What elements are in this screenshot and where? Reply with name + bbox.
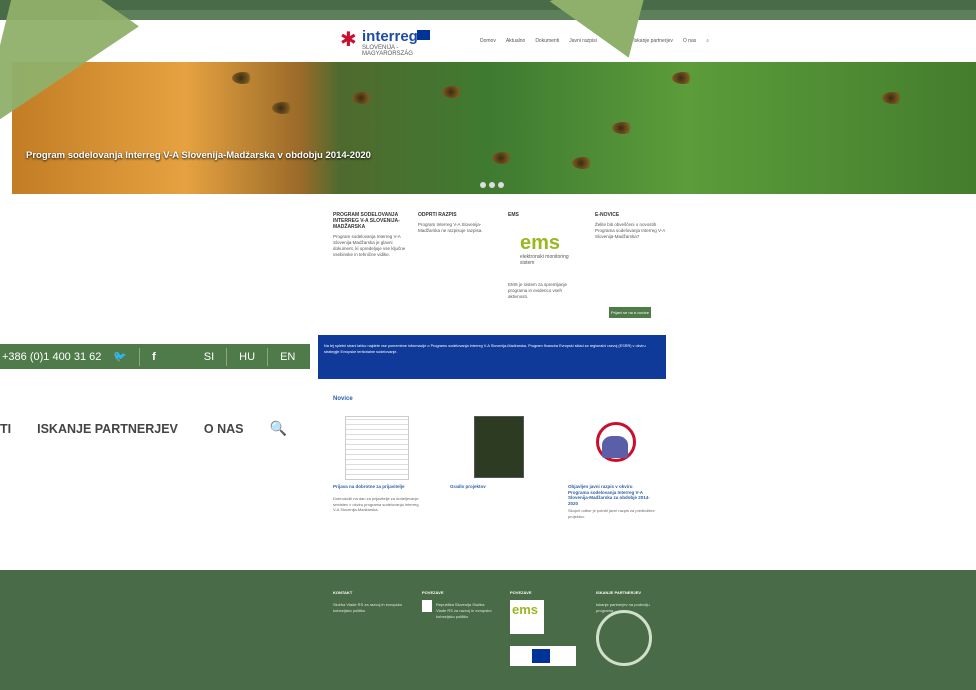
top-strip xyxy=(0,0,976,20)
news-text: Dobrodošli na dan za prijavitelje za dod… xyxy=(333,496,419,512)
news-heading: Novice xyxy=(333,396,353,402)
nav-item-onas[interactable]: O nas xyxy=(683,38,696,44)
lang-en[interactable]: EN xyxy=(280,351,295,363)
nav-item-o-nas[interactable]: O NAS xyxy=(204,422,244,436)
hero-caption: Program sodelovanja Interreg V-A Sloveni… xyxy=(26,150,371,161)
search-icon[interactable]: 🔍 xyxy=(269,420,286,437)
news-thumbnail[interactable] xyxy=(345,416,409,480)
slider-dot[interactable] xyxy=(489,182,495,188)
nav-item-iskanje-partnerjev[interactable]: ISKANJE PARTNERJEV xyxy=(37,422,178,436)
bee-image xyxy=(492,152,514,164)
news-thumbnail[interactable] xyxy=(590,416,642,476)
logo-brand: interreg xyxy=(362,28,418,45)
footer-flags xyxy=(510,646,576,666)
bee-image xyxy=(572,157,594,169)
site-footer xyxy=(0,570,976,690)
lang-si[interactable]: SI xyxy=(204,351,214,363)
bee-image xyxy=(612,122,634,134)
footer-text[interactable]: Republika Slovenija Služba Vlade RS za r… xyxy=(422,602,492,620)
ems-logo[interactable]: ems elektronski monitoring sistem xyxy=(520,232,570,272)
footer-contact: KONTAKT Služba Vlade RS za razvoj in evr… xyxy=(333,590,403,614)
column-text: Program sodelovanja Interreg V-A Sloveni… xyxy=(333,234,406,257)
eu-flag-icon xyxy=(417,30,430,40)
footer-title: KONTAKT xyxy=(333,590,353,595)
news-title[interactable]: Gradiv projektov xyxy=(450,484,535,490)
facebook-icon[interactable]: f xyxy=(152,351,156,363)
footer-text: Služba Vlade RS za razvoj in evropsko ko… xyxy=(333,602,402,613)
lang-hu[interactable]: HU xyxy=(239,351,255,363)
news-title[interactable]: Prijava na dobrotne za prijavitelje xyxy=(333,484,418,490)
contact-bar: +386 (0)1 400 31 62 🐦 f SI HU EN xyxy=(0,344,310,369)
phone-number: +386 (0)1 400 31 62 xyxy=(2,350,102,363)
bee-image xyxy=(672,72,694,84)
footer-ems-logo[interactable]: ems xyxy=(510,600,544,634)
slovenia-crest-icon xyxy=(422,600,432,612)
eu-flag-icon xyxy=(532,649,550,663)
slider-dot[interactable] xyxy=(498,182,504,188)
hero-slider[interactable]: Program sodelovanja Interreg V-A Sloveni… xyxy=(12,62,976,194)
nav-item-domov[interactable]: Domov xyxy=(480,38,496,44)
footer-title: POVEZAVE xyxy=(510,590,532,595)
column-title[interactable]: PROGRAM SODELOVANJA INTERREG V-A SLOVENI… xyxy=(333,212,408,230)
search-icon[interactable]: ⌕ xyxy=(706,38,709,44)
column-title[interactable]: E-NOVICE xyxy=(595,212,670,218)
footer-title: POVEZAVE xyxy=(422,590,444,595)
enovice-column: E-NOVICE Želite biti obveščeni o novosti… xyxy=(595,212,670,240)
news-text: Skupni odbor je potrdil javni razpis za … xyxy=(568,508,655,519)
nav-item-aktualno[interactable]: Aktualno xyxy=(506,38,525,44)
razpis-column: ODPRTI RAZPIS Program Interreg V-A Slove… xyxy=(418,212,493,234)
partners-wheel-icon[interactable] xyxy=(596,610,652,666)
news-title[interactable]: Objavljen javni razpis v okviru Programa… xyxy=(568,484,653,506)
ems-logo-sub: elektronski monitoring sistem xyxy=(520,254,569,266)
nav-item-partial[interactable]: TI xyxy=(0,422,11,436)
info-notice: Na tej spletni strani lahko najdete vse … xyxy=(318,335,666,379)
logo-subtitle: SLOVENIJA - MAGYARORSZÁG xyxy=(362,45,413,57)
column-title[interactable]: EMS xyxy=(508,212,583,218)
column-text: Program Interreg V-A Slovenija-Madžarska… xyxy=(418,222,483,233)
ems-logo-text: ems xyxy=(512,602,539,617)
interreg-logo[interactable]: ✱ interreg SLOVENIJA - MAGYARORSZÁG xyxy=(340,28,430,57)
footer-title: ISKANJE PARTNERJEV xyxy=(596,590,642,595)
bee-image xyxy=(442,86,464,98)
bee-image xyxy=(272,102,294,114)
column-text: EMS je sistem za spremljanje programa in… xyxy=(508,282,568,299)
zoomed-nav: TI ISKANJE PARTNERJEV O NAS 🔍 xyxy=(0,420,287,437)
bee-image xyxy=(352,92,374,104)
footer-links: POVEZAVE Republika Slovenija Služba Vlad… xyxy=(422,590,492,620)
bee-image xyxy=(232,72,254,84)
ems-logo-text: ems xyxy=(520,232,561,254)
column-text: Želite biti obveščeni o novostih Program… xyxy=(595,222,666,239)
divider xyxy=(226,347,228,366)
divider xyxy=(139,347,141,366)
column-title[interactable]: ODPRTI RAZPIS xyxy=(418,212,493,218)
bee-image xyxy=(882,92,904,104)
top-strip-inner xyxy=(100,10,976,20)
program-column: PROGRAM SODELOVANJA INTERREG V-A SLOVENI… xyxy=(333,212,408,258)
slider-dots[interactable] xyxy=(480,182,504,188)
slider-dot[interactable] xyxy=(480,182,486,188)
stars-icon: ✱ xyxy=(340,29,357,51)
logo-figure xyxy=(602,436,628,458)
news-thumbnail[interactable] xyxy=(474,416,524,478)
twitter-icon[interactable]: 🐦 xyxy=(113,350,127,363)
divider xyxy=(267,347,269,366)
nav-item-dokumenti[interactable]: Dokumenti xyxy=(535,38,559,44)
subscribe-button[interactable]: Prijavi se na e-novice xyxy=(609,307,651,318)
